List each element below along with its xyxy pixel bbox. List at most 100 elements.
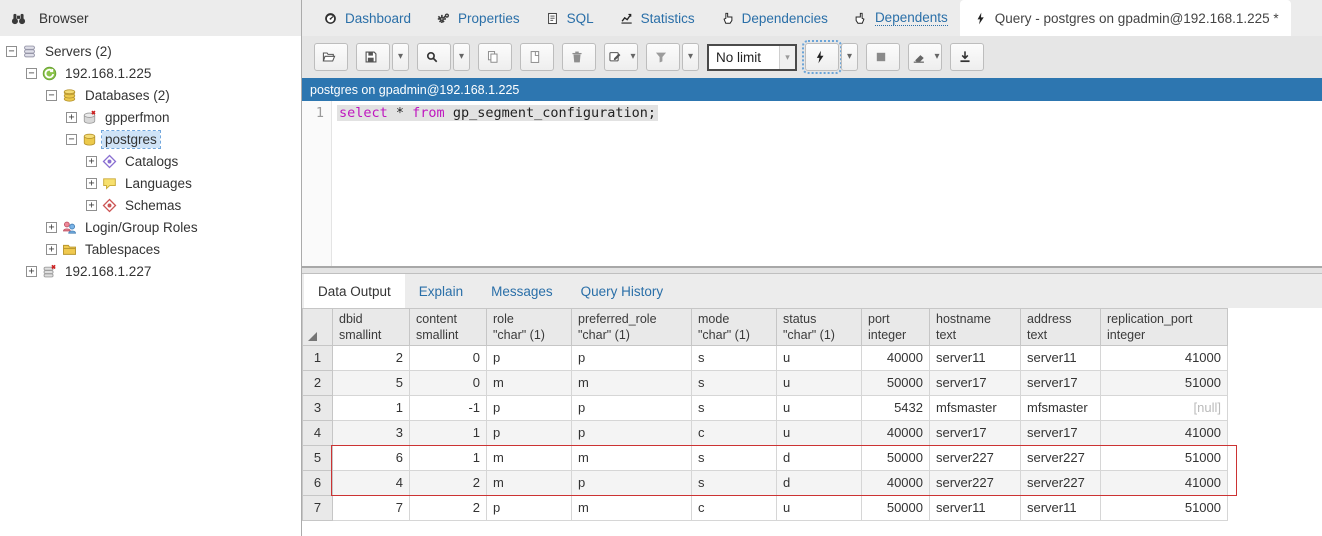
cell-hostname[interactable]: server11 [929,495,1021,521]
column-header-hostname[interactable]: hostname text [929,308,1021,346]
cell-replication_port[interactable]: [null] [1100,395,1228,421]
tree-item-catalogs[interactable]: + Catalogs [0,150,301,172]
edit-button[interactable]: ▾ [604,43,638,71]
cell-dbid[interactable]: 7 [332,495,410,521]
column-header-preferred_role[interactable]: preferred_role "char" (1) [571,308,692,346]
cell-dbid[interactable]: 3 [332,420,410,446]
cell-preferred_role[interactable]: p [571,395,692,421]
find-button[interactable] [417,43,451,71]
cell-content[interactable]: 0 [409,370,487,396]
tree-item-server-192-168-1-225[interactable]: − 192.168.1.225 [0,62,301,84]
expander-icon[interactable]: + [46,243,57,255]
expander-icon[interactable]: + [86,155,97,167]
tree-item-schemas[interactable]: + Schemas [0,194,301,216]
tree-item-tablespaces[interactable]: + Tablespaces [0,238,301,260]
cell-address[interactable]: mfsmaster [1020,395,1101,421]
cell-role[interactable]: m [486,470,572,496]
cell-hostname[interactable]: server227 [929,470,1021,496]
tab-dependents[interactable]: Dependents [840,0,960,36]
cell-content[interactable]: 0 [409,345,487,371]
column-header-content[interactable]: content smallint [409,308,487,346]
cell-status[interactable]: d [776,470,862,496]
tree-item-languages[interactable]: + Languages [0,172,301,194]
cell-replication_port[interactable]: 41000 [1100,420,1228,446]
cell-status[interactable]: u [776,495,862,521]
cell-port[interactable]: 5432 [861,395,930,421]
row-limit-select[interactable]: No limit ▾ [707,43,797,71]
tree-item-databases[interactable]: − Databases (2) [0,84,301,106]
cell-preferred_role[interactable]: m [571,445,692,471]
expander-icon[interactable]: − [66,133,77,145]
expander-icon[interactable]: − [26,67,37,79]
cell-content[interactable]: 2 [409,495,487,521]
cell-content[interactable]: -1 [409,395,487,421]
cell-mode[interactable]: s [691,345,777,371]
output-tab-data-output[interactable]: Data Output [304,274,405,308]
cell-mode[interactable]: c [691,495,777,521]
output-tab-messages[interactable]: Messages [477,274,567,308]
cell-preferred_role[interactable]: m [571,495,692,521]
column-header-dbid[interactable]: dbid smallint [332,308,410,346]
cell-port[interactable]: 40000 [861,345,930,371]
tab-dashboard[interactable]: Dashboard [310,0,423,36]
cell-status[interactable]: d [776,445,862,471]
cell-dbid[interactable]: 4 [332,470,410,496]
cell-port[interactable]: 50000 [861,495,930,521]
cell-hostname[interactable]: mfsmaster [929,395,1021,421]
delete-button[interactable] [562,43,596,71]
cell-status[interactable]: u [776,395,862,421]
open-file-button[interactable] [314,43,348,71]
expander-icon[interactable]: + [86,177,97,189]
output-tab-query-history[interactable]: Query History [567,274,678,308]
cell-port[interactable]: 40000 [861,420,930,446]
expander-icon[interactable]: + [26,265,37,277]
cell-address[interactable]: server17 [1020,370,1101,396]
cell-role[interactable]: p [486,495,572,521]
tab-statistics[interactable]: Statistics [606,0,707,36]
row-number[interactable]: 5 [302,445,333,471]
column-header-status[interactable]: status "char" (1) [776,308,862,346]
cell-role[interactable]: p [486,420,572,446]
tab-properties[interactable]: Properties [423,0,532,36]
expander-icon[interactable]: + [86,199,97,211]
cell-dbid[interactable]: 6 [332,445,410,471]
cell-dbid[interactable]: 1 [332,395,410,421]
row-number[interactable]: 1 [302,345,333,371]
filter-button-caret[interactable]: ▾ [682,43,699,71]
row-number[interactable]: 3 [302,395,333,421]
cell-address[interactable]: server17 [1020,420,1101,446]
tree-item-server-192-168-1-227[interactable]: +192.168.1.227 [0,260,301,282]
column-header-mode[interactable]: mode "char" (1) [691,308,777,346]
expander-icon[interactable]: − [6,45,17,57]
tab-sql[interactable]: SQL [532,0,606,36]
cell-role[interactable]: m [486,445,572,471]
cell-preferred_role[interactable]: m [571,370,692,396]
cell-mode[interactable]: s [691,445,777,471]
cell-hostname[interactable]: server11 [929,345,1021,371]
save-button[interactable] [356,43,390,71]
tree-item-db-gpperfmon[interactable]: + gpperfmon [0,106,301,128]
row-number[interactable]: 7 [302,495,333,521]
cell-content[interactable]: 1 [409,445,487,471]
cell-port[interactable]: 50000 [861,370,930,396]
select-all-corner[interactable] [302,308,333,346]
sql-editor[interactable]: 1 select * from gp_segment_configuration… [302,101,1322,266]
find-button-caret[interactable]: ▾ [453,43,470,71]
download-button[interactable] [950,43,984,71]
expander-icon[interactable]: − [46,89,57,101]
cell-hostname[interactable]: server17 [929,420,1021,446]
clear-button[interactable]: ▾ [908,43,942,71]
tab-query[interactable]: Query - postgres on gpadmin@192.168.1.22… [959,0,1291,36]
tree-item-db-postgres[interactable]: − postgres [0,128,301,150]
cell-replication_port[interactable]: 51000 [1100,445,1228,471]
cell-mode[interactable]: s [691,370,777,396]
execute-button[interactable] [802,40,842,74]
save-button-caret[interactable]: ▾ [392,43,409,71]
cell-preferred_role[interactable]: p [571,420,692,446]
sql-code-area[interactable]: select * from gp_segment_configuration; [332,101,1322,266]
tree-item-login-group-roles[interactable]: + Login/Group Roles [0,216,301,238]
cell-replication_port[interactable]: 41000 [1100,345,1228,371]
row-number[interactable]: 2 [302,370,333,396]
expander-icon[interactable]: + [46,221,57,233]
paste-button[interactable] [520,43,554,71]
